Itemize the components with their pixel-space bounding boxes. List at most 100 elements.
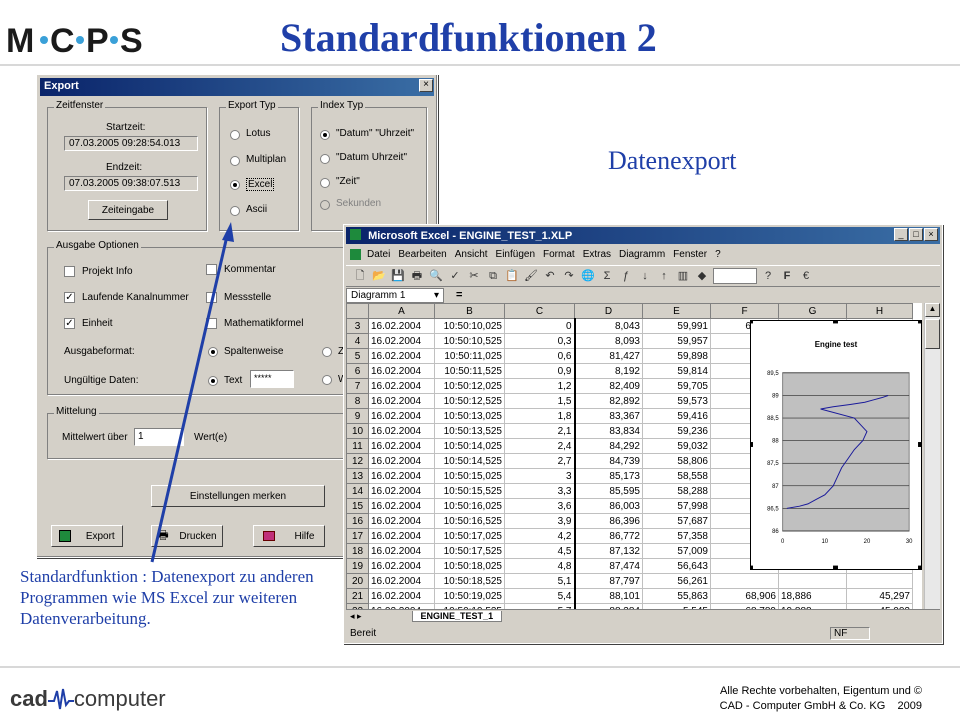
column-header-b[interactable]: B — [434, 303, 505, 319]
menu-bearbeiten[interactable]: Bearbeiten — [398, 249, 446, 260]
cell[interactable]: 81,427 — [573, 348, 643, 364]
corner-cell[interactable] — [346, 303, 369, 319]
format-option2-radio[interactable] — [322, 347, 332, 357]
sekunden-radio[interactable] — [320, 200, 330, 210]
scroll-thumb[interactable] — [925, 319, 940, 349]
cell[interactable]: 3,9 — [504, 513, 575, 529]
sort-asc-icon[interactable]: ↓ — [637, 268, 653, 284]
cell[interactable]: 68,906 — [710, 588, 779, 604]
name-box[interactable]: Diagramm 1 ▾ — [346, 287, 444, 303]
row-header[interactable]: 14 — [346, 483, 369, 499]
cell[interactable]: 10:50:10,525 — [434, 333, 505, 349]
spaltenweise-radio[interactable] — [208, 347, 218, 357]
menu-help[interactable]: ? — [715, 249, 721, 260]
column-header-f[interactable]: F — [710, 303, 779, 319]
einstellungen-merken-button[interactable]: Einstellungen merken — [151, 485, 325, 507]
row-header[interactable]: 19 — [346, 558, 369, 574]
cell[interactable]: 59,236 — [642, 423, 711, 439]
cell[interactable]: 86,396 — [573, 513, 643, 529]
zeit-radio[interactable] — [320, 178, 330, 188]
minimize-button[interactable]: _ — [894, 228, 908, 241]
cell[interactable]: 82,892 — [573, 393, 643, 409]
kommentar-checkbox[interactable] — [206, 264, 217, 275]
cell[interactable]: 10:50:10,025 — [434, 318, 505, 334]
open-icon[interactable]: 📂 — [371, 268, 387, 284]
cell[interactable]: 16.02.2004 — [368, 558, 435, 574]
cell[interactable]: 0,9 — [504, 363, 575, 379]
cell[interactable]: 5,1 — [504, 573, 575, 589]
cell[interactable]: 84,739 — [573, 453, 643, 469]
cell[interactable]: 10:50:18,525 — [434, 573, 505, 589]
cell[interactable]: 16.02.2004 — [368, 573, 435, 589]
cell[interactable]: 10:50:16,025 — [434, 498, 505, 514]
cell[interactable]: 8,192 — [573, 363, 643, 379]
save-icon[interactable]: 💾 — [390, 268, 406, 284]
cell[interactable] — [846, 573, 913, 589]
cell[interactable]: 18,886 — [778, 588, 847, 604]
cell[interactable]: 1,2 — [504, 378, 575, 394]
cell[interactable]: 0 — [504, 318, 575, 334]
cell[interactable]: 16.02.2004 — [368, 438, 435, 454]
hyperlink-icon[interactable]: 🌐 — [580, 268, 596, 284]
cell[interactable]: 16.02.2004 — [368, 528, 435, 544]
cell[interactable]: 10:50:14,025 — [434, 438, 505, 454]
cell[interactable]: 16.02.2004 — [368, 468, 435, 484]
cell[interactable]: 57,358 — [642, 528, 711, 544]
cell[interactable]: 83,834 — [573, 423, 643, 439]
format-painter-icon[interactable]: 🖌 — [523, 268, 539, 284]
multiplan-radio[interactable] — [230, 156, 240, 166]
menu-diagramm[interactable]: Diagramm — [619, 249, 665, 260]
drawing-icon[interactable]: ◆ — [694, 268, 710, 284]
function-icon[interactable]: ƒ — [618, 268, 634, 284]
bold-icon[interactable]: F — [779, 268, 795, 284]
invalid-option2-radio[interactable] — [322, 375, 332, 385]
undo-icon[interactable]: ↶ — [542, 268, 558, 284]
cell[interactable]: 16.02.2004 — [368, 483, 435, 499]
row-header[interactable]: 15 — [346, 498, 369, 514]
column-header-h[interactable]: H — [846, 303, 913, 319]
cell[interactable]: 57,009 — [642, 543, 711, 559]
euro-icon[interactable]: € — [798, 268, 814, 284]
row-header[interactable]: 17 — [346, 528, 369, 544]
help-icon[interactable]: ? — [760, 268, 776, 284]
cell[interactable]: 1,8 — [504, 408, 575, 424]
datum-uhrzeit-combined-radio[interactable] — [320, 154, 330, 164]
column-header-g[interactable]: G — [778, 303, 847, 319]
zeiteingabe-button[interactable]: Zeiteingabe — [88, 200, 168, 220]
cell[interactable]: 3,6 — [504, 498, 575, 514]
cell[interactable]: 10:50:17,525 — [434, 543, 505, 559]
row-header[interactable]: 4 — [346, 333, 369, 349]
lotus-radio[interactable] — [230, 130, 240, 140]
maximize-button[interactable]: □ — [909, 228, 923, 241]
ascii-radio[interactable] — [230, 206, 240, 216]
messstelle-checkbox[interactable] — [206, 292, 217, 303]
row-header[interactable]: 6 — [346, 363, 369, 379]
cell[interactable]: 10:50:15,025 — [434, 468, 505, 484]
cell[interactable]: 58,288 — [642, 483, 711, 499]
cell[interactable]: 82,409 — [573, 378, 643, 394]
menu-einfuegen[interactable]: Einfügen — [496, 249, 535, 260]
cell[interactable]: 84,292 — [573, 438, 643, 454]
drucken-button[interactable]: 🖶 Drucken — [151, 525, 223, 547]
cell[interactable]: 45,297 — [846, 588, 913, 604]
cell[interactable]: 10:50:14,525 — [434, 453, 505, 469]
invalid-placeholder-input[interactable]: ***** — [250, 370, 294, 388]
cell[interactable]: 4,5 — [504, 543, 575, 559]
cell[interactable]: 10:50:19,025 — [434, 588, 505, 604]
cell[interactable]: 56,643 — [642, 558, 711, 574]
cell[interactable]: 10:50:15,525 — [434, 483, 505, 499]
cell[interactable]: 10:50:12,525 — [434, 393, 505, 409]
cell[interactable]: 88,101 — [573, 588, 643, 604]
cell[interactable]: 10:50:12,025 — [434, 378, 505, 394]
einheit-checkbox[interactable]: ✓ — [64, 318, 75, 329]
cell[interactable]: 2,4 — [504, 438, 575, 454]
cell[interactable]: 83,367 — [573, 408, 643, 424]
cell[interactable]: 58,806 — [642, 453, 711, 469]
cell[interactable]: 59,416 — [642, 408, 711, 424]
cell[interactable]: 2,7 — [504, 453, 575, 469]
copy-icon[interactable]: ⧉ — [485, 268, 501, 284]
invalid-text-radio[interactable] — [208, 376, 218, 386]
close-button[interactable]: × — [924, 228, 938, 241]
cell[interactable]: 10:50:16,525 — [434, 513, 505, 529]
cell[interactable]: 16.02.2004 — [368, 393, 435, 409]
